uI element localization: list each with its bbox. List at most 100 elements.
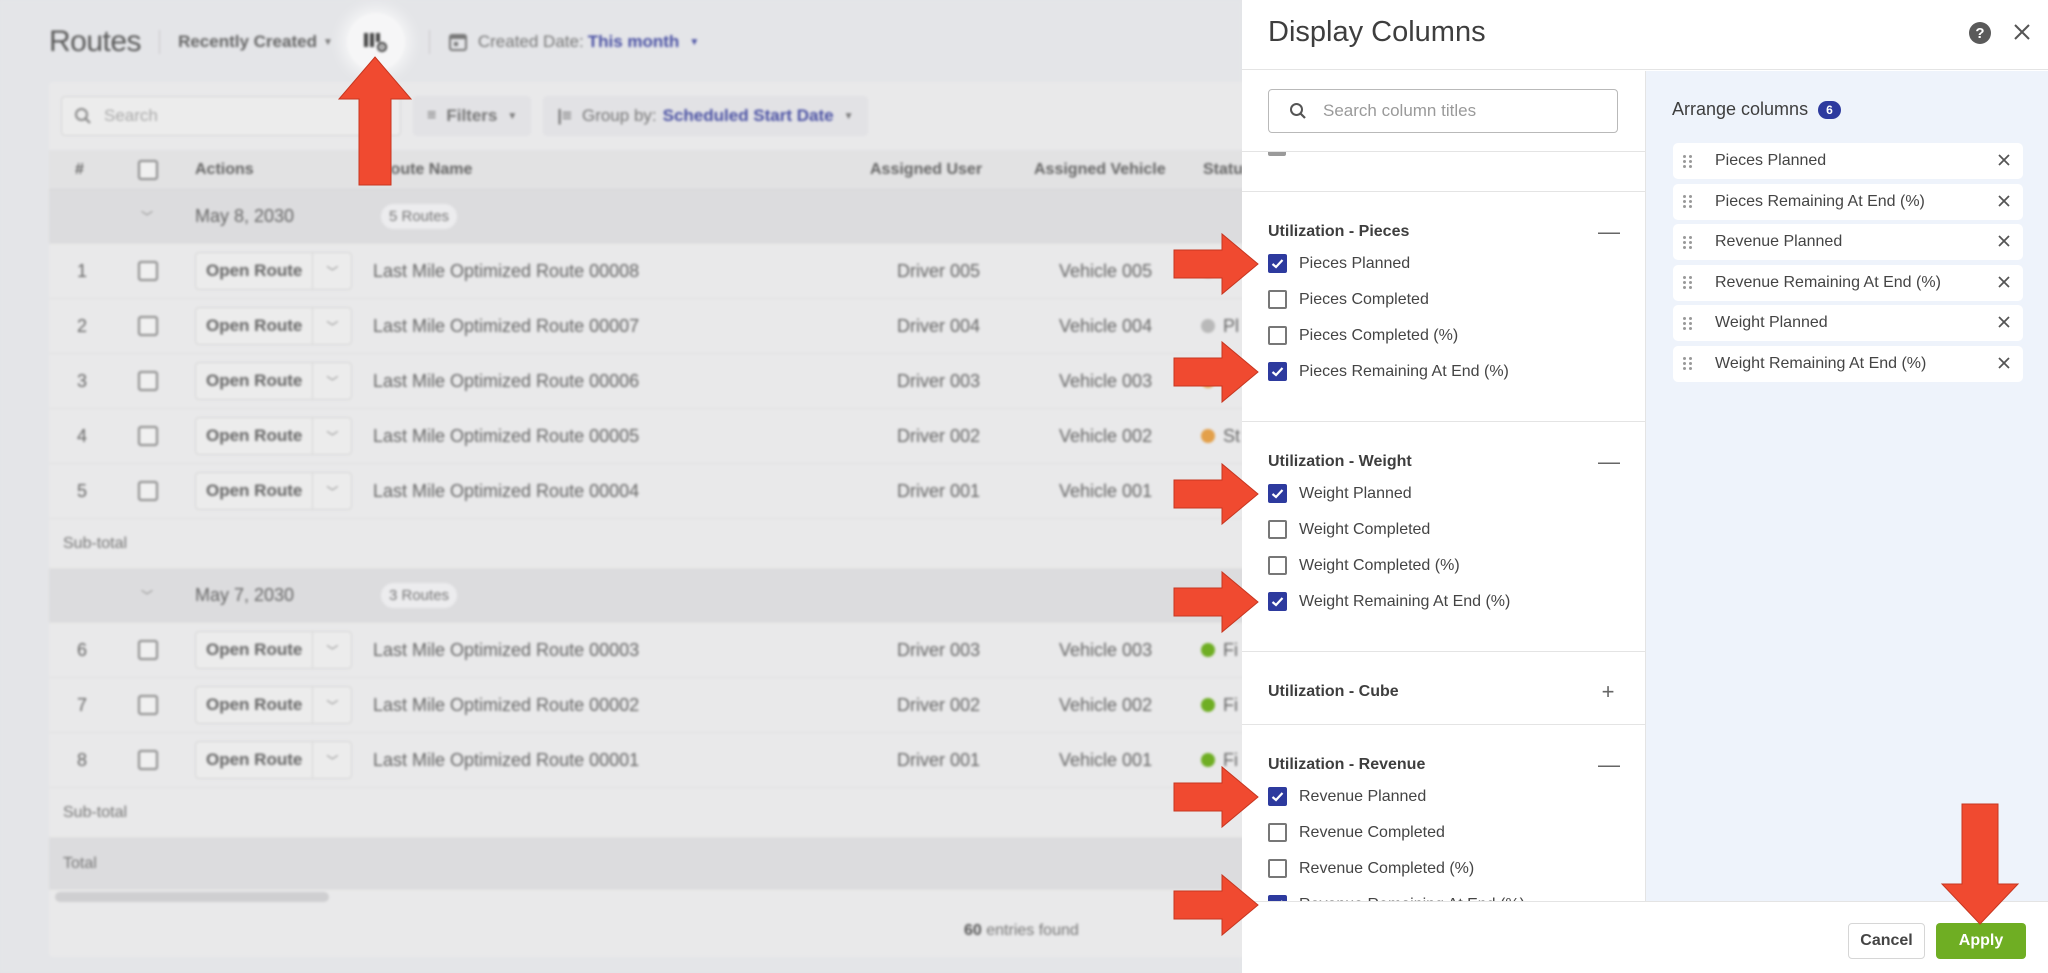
open-route-button[interactable]: Open Route [196, 473, 314, 509]
checkbox-checked[interactable] [1268, 787, 1287, 806]
section-header[interactable]: Utilization - Weight — [1268, 449, 1620, 475]
close-icon[interactable] [2010, 20, 2034, 44]
open-route-button[interactable]: Open Route [196, 418, 314, 454]
created-date-filter[interactable]: Created Date: This month ▼ [448, 32, 699, 52]
collapse-minus-icon[interactable]: — [1598, 752, 1620, 778]
chevron-down-icon[interactable]: ﹀ [313, 632, 351, 668]
group-row[interactable]: ﹀ May 8, 2030 5 Routes [49, 190, 1249, 244]
route-name[interactable]: Last Mile Optimized Route 00006 [373, 371, 639, 392]
collapse-minus-icon[interactable]: — [1598, 449, 1620, 475]
arranged-column-item[interactable]: Pieces Planned [1673, 143, 2023, 179]
open-route-button[interactable]: Open Route [196, 253, 314, 289]
checkbox-checked[interactable] [1268, 362, 1287, 381]
drag-handle-icon[interactable] [1683, 154, 1693, 168]
table-row[interactable]: 4 Open Route ﹀ Last Mile Optimized Route… [49, 409, 1249, 464]
arranged-column-item[interactable]: Weight Remaining At End (%) [1673, 345, 2023, 382]
arranged-column-item[interactable]: Weight Planned [1673, 305, 2023, 341]
column-option[interactable]: Pieces Completed (%) [1268, 326, 1458, 345]
checkbox-unchecked[interactable] [1268, 859, 1287, 878]
drag-handle-icon[interactable] [1683, 316, 1693, 330]
row-checkbox[interactable] [138, 316, 158, 336]
route-name[interactable]: Last Mile Optimized Route 00003 [373, 640, 639, 661]
group-row[interactable]: ﹀ May 7, 2030 3 Routes [49, 569, 1249, 623]
remove-column-icon[interactable] [1995, 192, 2013, 210]
row-checkbox[interactable] [138, 695, 158, 715]
drag-handle-icon[interactable] [1683, 276, 1693, 289]
checkbox-unchecked[interactable] [1268, 556, 1287, 575]
route-name[interactable]: Last Mile Optimized Route 00008 [373, 261, 639, 282]
row-checkbox[interactable] [138, 426, 158, 446]
route-name[interactable]: Last Mile Optimized Route 00005 [373, 426, 639, 447]
chevron-down-icon[interactable]: ﹀ [313, 473, 351, 509]
cancel-button[interactable]: Cancel [1848, 923, 1925, 959]
section-header[interactable]: Utilization - Revenue — [1268, 752, 1620, 778]
open-route-button[interactable]: Open Route [196, 308, 314, 344]
row-checkbox[interactable] [138, 750, 158, 770]
collapse-chevron-icon[interactable]: ﹀ [141, 587, 153, 604]
row-checkbox[interactable] [138, 481, 158, 501]
partial-checkbox[interactable] [1268, 152, 1286, 156]
chevron-down-icon[interactable]: ﹀ [313, 687, 351, 723]
table-row[interactable]: 3 Open Route ﹀ Last Mile Optimized Route… [49, 354, 1249, 409]
column-option[interactable]: Revenue Planned [1268, 787, 1426, 806]
arranged-column-item[interactable]: Revenue Remaining At End (%) [1673, 264, 2023, 301]
checkbox-checked[interactable] [1268, 484, 1287, 503]
table-row[interactable]: 8 Open Route ﹀ Last Mile Optimized Route… [49, 733, 1249, 788]
route-name[interactable]: Last Mile Optimized Route 00007 [373, 316, 639, 337]
chevron-down-icon[interactable]: ﹀ [313, 418, 351, 454]
search-column-titles-input[interactable] [1323, 101, 1603, 121]
drag-handle-icon[interactable] [1683, 357, 1693, 370]
help-icon[interactable]: ? [1969, 22, 1991, 44]
search-column-titles-field[interactable] [1268, 89, 1618, 133]
remove-column-icon[interactable] [1995, 151, 2013, 169]
search-input[interactable]: Search [61, 96, 401, 136]
table-row[interactable]: 1 Open Route ﹀ Last Mile Optimized Route… [49, 244, 1249, 299]
checkbox-unchecked[interactable] [1268, 290, 1287, 309]
remove-column-icon[interactable] [1995, 273, 2013, 291]
column-option[interactable]: Pieces Completed [1268, 290, 1429, 309]
column-settings-button[interactable] [346, 13, 405, 71]
remove-column-icon[interactable] [1995, 232, 2013, 250]
route-name[interactable]: Last Mile Optimized Route 00002 [373, 695, 639, 716]
column-header-assigned-vehicle[interactable]: Assigned Vehicle [1034, 161, 1166, 179]
open-route-button[interactable]: Open Route [196, 632, 314, 668]
drag-handle-icon[interactable] [1683, 235, 1693, 249]
checkbox-unchecked[interactable] [1268, 520, 1287, 539]
arranged-column-item[interactable]: Pieces Remaining At End (%) [1673, 183, 2023, 220]
chevron-down-icon[interactable]: ﹀ [313, 742, 351, 778]
open-route-button[interactable]: Open Route [196, 742, 314, 778]
open-route-button[interactable]: Open Route [196, 363, 314, 399]
route-name[interactable]: Last Mile Optimized Route 00001 [373, 750, 639, 771]
horizontal-scrollbar[interactable] [55, 892, 329, 902]
column-header-assigned-user[interactable]: Assigned User [870, 161, 982, 179]
chevron-down-icon[interactable]: ﹀ [313, 363, 351, 399]
checkbox-unchecked[interactable] [1268, 823, 1287, 842]
checkbox-unchecked[interactable] [1268, 326, 1287, 345]
chevron-down-icon[interactable]: ﹀ [313, 308, 351, 344]
checkbox-checked[interactable] [1268, 254, 1287, 273]
table-row[interactable]: 6 Open Route ﹀ Last Mile Optimized Route… [49, 623, 1249, 678]
column-option[interactable]: Weight Completed (%) [1268, 556, 1460, 575]
table-row[interactable]: 5 Open Route ﹀ Last Mile Optimized Route… [49, 464, 1249, 519]
section-header[interactable]: Utilization - Cube + [1268, 679, 1618, 705]
column-options-list[interactable]: Utilization - Pieces — Pieces Planned Pi… [1242, 71, 1645, 901]
filters-button[interactable]: ≡ Filters ▼ [413, 96, 532, 136]
column-option[interactable]: Weight Remaining At End (%) [1268, 592, 1510, 611]
collapse-chevron-icon[interactable]: ﹀ [141, 208, 153, 225]
arranged-column-item[interactable]: Revenue Planned [1673, 224, 2023, 260]
column-option[interactable]: Weight Planned [1268, 484, 1412, 503]
row-checkbox[interactable] [138, 261, 158, 281]
remove-column-icon[interactable] [1995, 313, 2013, 331]
select-all-checkbox[interactable] [138, 159, 158, 180]
remove-column-icon[interactable] [1995, 354, 2013, 372]
column-option[interactable]: Weight Completed [1268, 520, 1430, 539]
chevron-down-icon[interactable]: ﹀ [313, 253, 351, 289]
row-checkbox[interactable] [138, 371, 158, 391]
column-option[interactable]: Revenue Completed (%) [1268, 859, 1474, 878]
collapse-minus-icon[interactable]: — [1598, 219, 1620, 245]
table-row[interactable]: 7 Open Route ﹀ Last Mile Optimized Route… [49, 678, 1249, 733]
open-route-button[interactable]: Open Route [196, 687, 314, 723]
route-name[interactable]: Last Mile Optimized Route 00004 [373, 481, 639, 502]
row-checkbox[interactable] [138, 640, 158, 660]
checkbox-checked[interactable] [1268, 592, 1287, 611]
